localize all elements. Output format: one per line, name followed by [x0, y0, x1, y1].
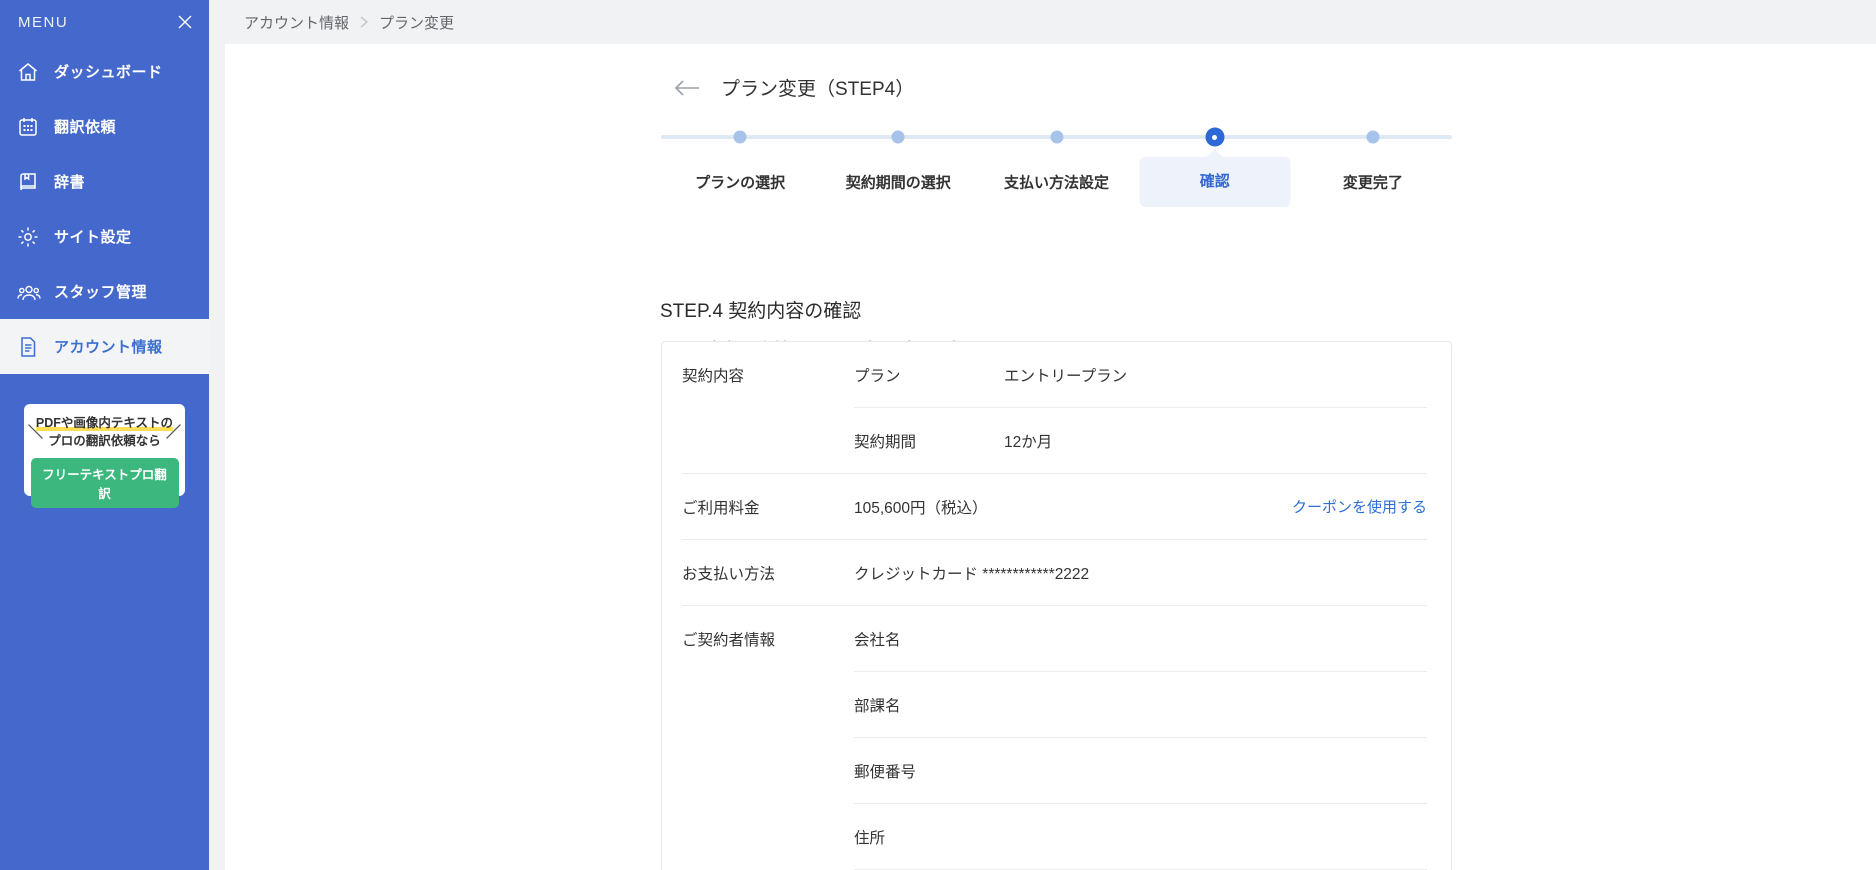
table-row: ご契約者情報 会社名 [662, 606, 1451, 671]
row-field-label: 住所 [854, 829, 886, 847]
step-label-active: 確認 [1139, 157, 1291, 207]
breadcrumb-plan-change: プラン変更 [379, 14, 455, 32]
promo-line1: PDFや画像内テキストの [35, 416, 174, 431]
content-panel: プラン変更（STEP4） プランの選択 契約期間の選択 支払い方法設定 確認 変… [225, 44, 1876, 870]
table-row: 郵便番号 [662, 738, 1451, 803]
document-icon [16, 334, 46, 360]
back-arrow-icon[interactable] [673, 79, 701, 97]
sidebar-item-translation-request[interactable]: 翻訳依頼 [0, 99, 209, 154]
promo-line2: プロの翻訳依頼なら [48, 434, 161, 449]
close-menu-icon[interactable] [175, 12, 195, 32]
sidebar-item-label: ダッシュボード [54, 64, 163, 81]
main-content: アカウント情報 プラン変更 プラン変更（STEP4） プランの選択 契約期間の選… [209, 0, 1876, 870]
step-plan-selection: プランの選択 [661, 128, 819, 223]
table-row: 住所 [662, 804, 1451, 869]
sidebar-item-dictionary[interactable]: 辞書 [0, 154, 209, 209]
menu-title: MENU [18, 13, 69, 31]
row-field-label: 契約期間 [854, 433, 917, 451]
row-value: 12か月 [1004, 433, 1053, 451]
users-icon [16, 279, 46, 305]
promo-decoration-left: ＼ [28, 424, 44, 441]
section-heading: STEP.4 契約内容の確認 [660, 301, 862, 322]
chevron-right-icon [359, 15, 369, 29]
gear-icon [16, 224, 46, 250]
table-row: 契約期間 12か月 [662, 408, 1451, 473]
sidebar-item-label: 翻訳依頼 [54, 119, 117, 136]
sidebar-item-dashboard[interactable]: ダッシュボード [0, 44, 209, 99]
app-window: MENU ダッシュボード 翻訳依頼 辞書 サイト設定 スタッフ管理 アカウント情… [0, 0, 1876, 870]
promo-text: ＼ ／ PDFや画像内テキストの プロの翻訳依頼なら [28, 414, 181, 450]
row-field-label: 105,600円（税込） [854, 499, 988, 517]
breadcrumb-account-info[interactable]: アカウント情報 [244, 12, 349, 33]
step-contract-period: 契約期間の選択 [819, 128, 977, 223]
promo-decoration-right: ／ [165, 424, 181, 441]
table-row: ご利用料金 105,600円（税込） クーポンを使用する [662, 474, 1451, 539]
confirmation-card: 契約内容 プラン エントリープラン 契約期間 12か月 ご利用料金 105,60… [661, 341, 1452, 870]
sidebar-nav: ダッシュボード 翻訳依頼 辞書 サイト設定 スタッフ管理 アカウント情報 [0, 44, 209, 374]
step-label: 変更完了 [1342, 174, 1403, 192]
row-group-label: ご利用料金 [682, 499, 760, 517]
sidebar-item-label: 辞書 [54, 174, 86, 191]
step-dot [1050, 130, 1063, 144]
sidebar-item-staff-management[interactable]: スタッフ管理 [0, 264, 209, 319]
breadcrumb: アカウント情報 プラン変更 [209, 0, 1876, 44]
row-field-label: 郵便番号 [854, 763, 917, 781]
step-payment-method: 支払い方法設定 [977, 128, 1135, 223]
sidebar-item-label: アカウント情報 [54, 339, 163, 356]
step-dot-active [1205, 127, 1225, 147]
home-icon [16, 59, 46, 85]
page-title: プラン変更（STEP4） [721, 79, 915, 100]
step-change-complete: 変更完了 [1294, 128, 1452, 223]
table-row: 部課名 [662, 672, 1451, 737]
sidebar-item-label: サイト設定 [54, 229, 132, 246]
step-label: 支払い方法設定 [1003, 174, 1110, 192]
sidebar-item-label: スタッフ管理 [54, 284, 148, 301]
step-dot [1366, 130, 1380, 144]
step-dot [733, 130, 747, 144]
stepper: プランの選択 契約期間の選択 支払い方法設定 確認 変更完了 [661, 127, 1452, 223]
table-row: 契約内容 プラン エントリープラン [662, 342, 1451, 407]
page-header: プラン変更（STEP4） [673, 74, 914, 101]
row-group-label: お支払い方法 [682, 565, 776, 583]
row-field-label: 部課名 [854, 697, 901, 715]
free-text-pro-translation-button[interactable]: フリーテキストプロ翻訳 [30, 458, 179, 509]
step-label: プランの選択 [695, 174, 786, 192]
step-dot [891, 130, 905, 144]
step-confirmation: 確認 [1136, 127, 1294, 223]
table-row: お支払い方法 クレジットカード ************2222 [662, 540, 1451, 605]
row-field-label: プラン [854, 367, 901, 385]
row-group-label: 契約内容 [682, 367, 745, 385]
row-field-label: 会社名 [854, 631, 901, 649]
step-label: 契約期間の選択 [845, 174, 951, 192]
calendar-icon [16, 114, 46, 140]
coupon-link[interactable]: クーポンを使用する [1292, 496, 1427, 517]
sidebar-item-site-settings[interactable]: サイト設定 [0, 209, 209, 264]
sidebar-item-account-info[interactable]: アカウント情報 [0, 319, 209, 374]
sidebar-header: MENU [0, 0, 209, 44]
row-value: エントリープラン [1004, 367, 1128, 385]
row-field-label: クレジットカード ************2222 [854, 565, 1090, 583]
row-group-label: ご契約者情報 [682, 631, 776, 649]
promo-card: ＼ ／ PDFや画像内テキストの プロの翻訳依頼なら フリーテキストプロ翻訳 [24, 404, 185, 509]
book-icon [16, 169, 46, 195]
sidebar: MENU ダッシュボード 翻訳依頼 辞書 サイト設定 スタッフ管理 アカウント情… [0, 0, 209, 870]
